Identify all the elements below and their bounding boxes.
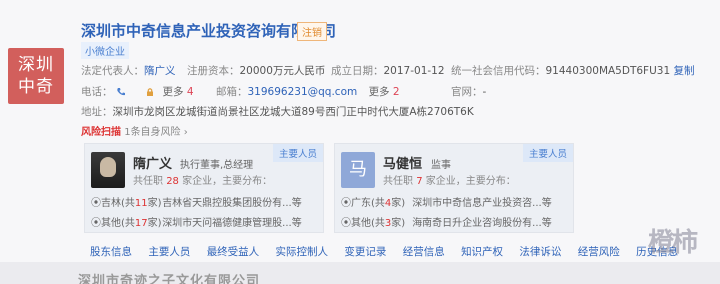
tab-risks[interactable]: 经营风险 [578,246,620,258]
tab-ip[interactable]: 知识产权 [461,246,503,258]
more-email-button[interactable]: 更多 2 [369,86,400,98]
more-phone-count: 4 [186,86,194,98]
tab-beneficiary[interactable]: 最终受益人 [207,246,260,258]
website-label: 官网： [451,86,483,98]
key-staff-badge: 主要人员 [522,144,573,162]
distribution-company[interactable]: 深圳市天问福德健康管理股...等 [162,218,302,229]
loc-suffix: 家) [147,198,162,209]
distribution-line: ⦿其他(共17家) 深圳市天问福德健康管理股...等 [91,214,302,229]
company-card: 深圳 中奇 深圳市中奇信息产业投资咨询有限公司 注销 小微企业 法定代表人：隋广… [0,0,720,262]
lock-icon [147,88,154,96]
count-prefix: 共任职 [383,176,413,187]
status-badge: 注销 [297,22,327,41]
more-email-count: 2 [392,86,400,98]
loc-suffix: 家) [391,198,406,209]
address-value: 深圳市龙岗区龙城街道尚景社区龙城大道89号西门正中时代大厦A栋2706T6K [112,106,474,118]
logo-text-line1: 深圳 [18,55,54,75]
count-number[interactable]: 7 [416,176,422,187]
count-suffix: 家企业，主要分布： [425,176,516,187]
person-name[interactable]: 隋广义 [133,153,172,172]
reg-capital-value: 20000万元人民币 [239,65,326,77]
address-label: 地址： [81,106,113,118]
risk-scan[interactable]: 风险扫描 1条自身风险 › [81,123,188,138]
person-card[interactable]: 主要人员 隋广义 执行董事,总经理 共任职 28 家企业，主要分布： ⦿吉林(共… [84,143,324,233]
count-number[interactable]: 28 [166,176,179,187]
loc-count: 11 [134,198,148,209]
more-phone-label: 更多 [162,86,184,98]
location-pin-icon: ⦿其他(共17家) [91,218,162,229]
watermark: 橙柿 [648,228,698,258]
address-row: 地址：深圳市龙岗区龙城街道尚景社区龙城大道89号西门正中时代大厦A栋2706T6… [81,104,474,119]
distribution-company[interactable]: 深圳市中奇信息产业投资咨...等 [412,198,552,209]
tab-key-staff[interactable]: 主要人员 [148,246,190,258]
website-value: - [482,86,487,98]
count-suffix: 家企业，主要分布： [182,176,273,187]
risk-suffix: 条自身风险 [130,127,181,138]
key-staff-badge: 主要人员 [272,144,323,162]
legal-rep-link[interactable]: 隋广义 [144,65,176,77]
loc-suffix: 家) [391,218,406,229]
tab-shareholders[interactable]: 股东信息 [90,246,132,258]
loc-suffix: 家) [147,218,162,229]
info-tabs: 股东信息 主要人员 最终受益人 实际控制人 变更记录 经营信息 知识产权 法律诉… [90,244,691,259]
distribution-company[interactable]: 海南奇日升企业咨询股份有...等 [412,218,552,229]
person-role: 监事 [431,160,451,171]
email-label: 邮箱： [216,86,248,98]
distribution-company[interactable]: 吉林省天鼎控股集团股份有...等 [162,198,302,209]
company-logo: 深圳 中奇 [8,48,64,104]
email-link[interactable]: 319696231@qq.com [248,86,358,98]
distribution-line: ⦿其他(共3家) 海南奇日升企业咨询股份有...等 [341,214,552,229]
more-phone-button[interactable]: 更多 4 [163,86,194,98]
person-count: 共任职 28 家企业，主要分布： [133,172,272,187]
location-pin-icon: ⦿其他(共3家) [341,218,406,229]
tab-operations[interactable]: 经营信息 [403,246,445,258]
credit-code-label: 统一社会信用代码： [451,65,546,77]
location-pin-icon: ⦿吉林(共11家) [91,198,162,209]
distribution-line: ⦿吉林(共11家) 吉林省天鼎控股集团股份有...等 [91,194,302,209]
size-badge: 小微企业 [81,42,129,59]
tab-controller[interactable]: 实际控制人 [276,246,329,258]
loc-prefix: 其他(共 [101,218,135,229]
next-company-name[interactable]: 深圳市奇迹之子文化有限公司 [78,270,260,284]
tab-lawsuits[interactable]: 法律诉讼 [519,246,561,258]
person-card[interactable]: 主要人员 马 马健恒 监事 共任职 7 家企业，主要分布： ⦿广东(共4家) 深… [334,143,574,233]
more-email-label: 更多 [368,86,390,98]
chevron-right-icon: › [183,127,188,138]
logo-text-line2: 中奇 [18,77,54,97]
risk-scan-label: 风险扫描 [81,127,121,138]
copy-button[interactable]: 复制 [673,65,694,77]
founded-label: 成立日期： [331,65,384,77]
count-prefix: 共任职 [133,176,163,187]
distribution-line: ⦿广东(共4家) 深圳市中奇信息产业投资咨...等 [341,194,552,209]
reg-capital-label: 注册资本： [187,65,240,77]
legal-rep-label: 法定代表人： [81,65,144,77]
loc-count: 17 [134,218,148,229]
avatar [91,152,125,188]
person-role: 执行董事,总经理 [180,160,254,171]
person-name[interactable]: 马健恒 [383,153,422,172]
phone-label: 电话： [81,86,113,98]
loc-prefix: 吉林(共 [101,198,135,209]
avatar: 马 [341,152,375,188]
location-pin-icon: ⦿广东(共4家) [341,198,406,209]
tab-changes[interactable]: 变更记录 [344,246,386,258]
loc-prefix: 广东(共 [351,198,385,209]
founded-value: 2017-01-12 [383,65,445,77]
loc-prefix: 其他(共 [351,218,385,229]
phone-icon[interactable] [116,87,126,97]
person-count: 共任职 7 家企业，主要分布： [383,172,516,187]
credit-code-value: 91440300MA5DT6FU31 [545,65,671,77]
